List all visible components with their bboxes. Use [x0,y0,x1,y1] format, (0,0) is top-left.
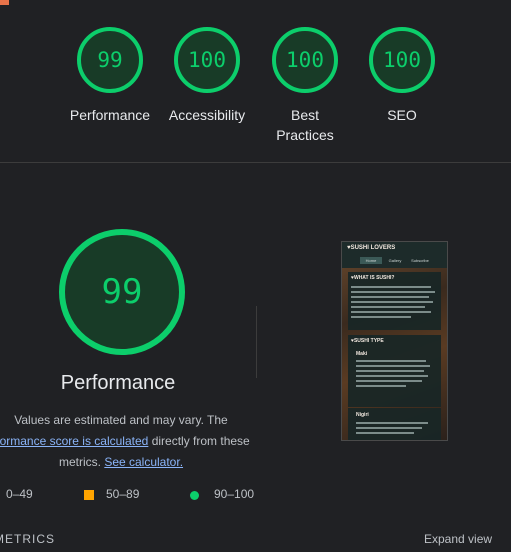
gauge-accessibility[interactable]: 100 Accessibility [152,22,262,125]
section-divider [0,162,511,163]
thumbnail-site-title: ♥SUSHI LOVERS [347,245,396,251]
gauge-seo[interactable]: 100 SEO [347,22,457,125]
calculator-link[interactable]: See calculator. [104,455,183,469]
thumbnail-heading: ♥WHAT IS SUSHI? [351,275,395,281]
thumbnail-subheading: Maki [356,351,368,357]
note-text: metrics. [58,455,101,469]
performance-note: Values are estimated and may vary. The r… [0,410,256,473]
thumbnail-card: ♥WHAT IS SUSHI? [348,272,441,330]
average-square-icon [84,490,94,500]
pass-circle-icon [190,491,199,500]
thumbnail-nav-item: Gallery [388,258,402,263]
note-text: directly from these [151,434,250,448]
note-text: Values are estimated and may vary. The [14,413,228,427]
score-calculation-link[interactable]: rformance score is calculated [0,434,148,448]
gauge-ring: 99 [77,27,143,93]
thumbnail-card: ♥SUSHI TYPE Maki [348,335,441,407]
thumbnail-header: ♥SUSHI LOVERS Home Gallery Subscribe [342,242,447,268]
gauge-ring: 100 [174,27,240,93]
legend-average: 50–89 [106,487,140,501]
legend-pass: 90–100 [214,487,255,501]
gauge-label: SEO [387,107,417,123]
vertical-separator [256,306,257,378]
thumbnail-nav-item: Subscribe [411,258,429,263]
gauge-label: Accessibility [168,107,246,123]
thumbnail-card: Nigiri [348,408,441,440]
gauge-ring: 100 [369,27,435,93]
gauge-label: Best Practices [276,107,334,143]
favicon-icon [0,0,9,5]
score-gauges: 99 Performance 100 Accessibility 100 Bes… [0,22,511,152]
thumbnail-subheading: Nigiri [356,412,369,418]
gauge-label: Performance [69,107,151,123]
metrics-heading: METRICS [0,532,55,546]
thumbnail-heading: ♥SUSHI TYPE [351,338,384,344]
legend-fail: 0–49 [6,487,33,501]
gauge-ring: 100 [272,27,338,93]
thumbnail-nav-item: Home [360,257,382,264]
performance-score-gauge: 99 [59,229,185,355]
performance-title: Performance [60,372,176,394]
gauge-performance[interactable]: 99 Performance [55,22,165,125]
top-bar [0,0,511,5]
page-thumbnail[interactable]: ♥SUSHI LOVERS Home Gallery Subscribe ♥WH… [341,241,448,441]
gauge-best-practices[interactable]: 100 Best Practices [250,22,360,145]
expand-view-button[interactable]: Expand view [424,532,492,546]
